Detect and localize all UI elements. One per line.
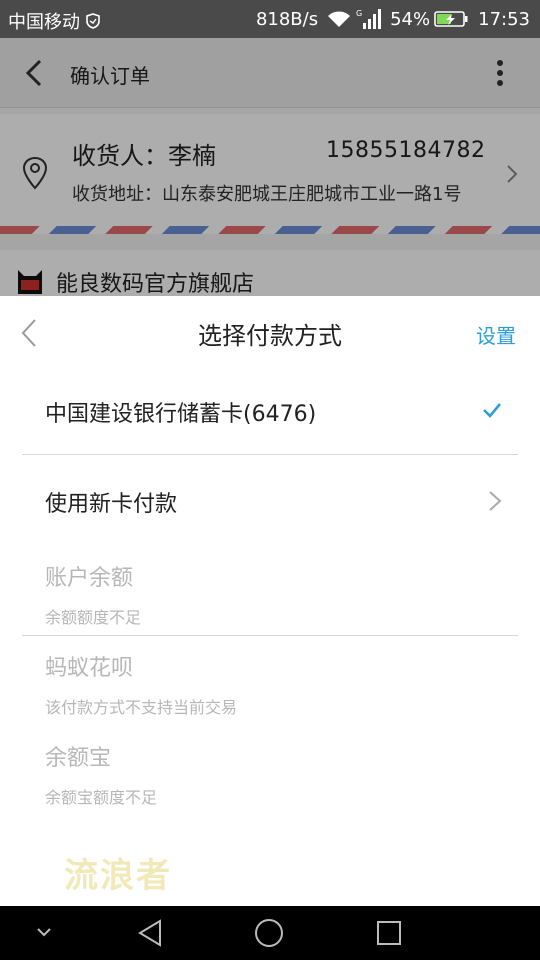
- payment-option-title: 账户余额: [45, 566, 134, 591]
- divider: [22, 454, 518, 455]
- battery-percent: 54%: [390, 8, 431, 30]
- signal-icon: G: [356, 9, 382, 29]
- shield-icon: [86, 13, 100, 29]
- payment-method-sheet: 选择付款方式 设置 中国建设银行储蓄卡(6476) 使用新卡付款 账户余额 余额…: [0, 296, 540, 906]
- status-bar-right: 818B/s G 54% 17:53: [256, 8, 530, 30]
- payment-option-subtitle: 余额额度不足: [45, 608, 142, 627]
- chevron-right-icon: [489, 491, 502, 511]
- divider: [22, 635, 518, 636]
- watermark-text: 流浪者: [64, 856, 172, 896]
- payment-option-title: 余额宝: [45, 746, 112, 771]
- modal-overlay[interactable]: [0, 38, 540, 296]
- payment-option-title: 蚂蚁花呗: [45, 656, 134, 681]
- clock: 17:53: [478, 8, 530, 30]
- check-icon: [483, 403, 501, 418]
- payment-option-subtitle: 该付款方式不支持当前交易: [45, 698, 238, 717]
- status-bar: 中国移动 818B/s G 54% 17:53: [0, 0, 540, 38]
- nav-recents-icon[interactable]: [376, 920, 402, 946]
- sheet-title: 选择付款方式: [198, 322, 342, 350]
- nav-hide-icon[interactable]: [36, 926, 52, 938]
- nav-home-icon[interactable]: [254, 918, 284, 948]
- payment-option-subtitle: 余额宝额度不足: [45, 788, 158, 807]
- payment-option-label: 中国建设银行储蓄卡(6476): [45, 402, 317, 427]
- signal-tag: G: [356, 9, 362, 18]
- system-nav-bar: [0, 906, 540, 960]
- payment-option-label: 使用新卡付款: [45, 492, 178, 517]
- nav-back-icon[interactable]: [136, 918, 164, 948]
- wifi-icon: [328, 11, 351, 27]
- settings-link[interactable]: 设置: [476, 320, 516, 349]
- net-speed: 818B/s: [255, 8, 319, 30]
- battery-icon: [434, 11, 468, 27]
- status-bar-left: 中国移动: [8, 8, 100, 34]
- carrier-name: 中国移动: [8, 12, 80, 33]
